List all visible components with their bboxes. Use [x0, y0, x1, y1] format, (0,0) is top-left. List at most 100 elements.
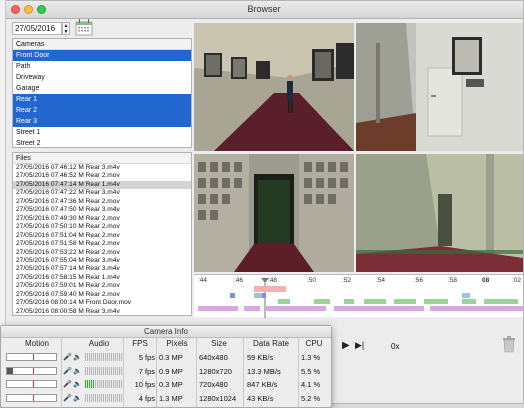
file-list-item[interactable]: 27/05/2016 07:57:14 M Rear 3.m4v: [13, 265, 191, 273]
file-list-item[interactable]: 27/05/2016 07:47:50 M Rear 3.m4v: [13, 206, 191, 214]
microphone-icon[interactable]: 🎤: [63, 393, 72, 404]
video-frame: [194, 23, 354, 151]
camera-list-item[interactable]: Front Door: [13, 50, 191, 61]
motion-threshold-marker: [33, 354, 35, 360]
video-tile-rear-2[interactable]: [356, 23, 523, 151]
camera-info-cpu: 5.2 %: [301, 393, 321, 403]
camera-list-item[interactable]: Driveway: [13, 72, 191, 83]
trash-icon[interactable]: [502, 335, 516, 353]
timeline-tick-label: :44: [198, 277, 208, 284]
camera-list-item[interactable]: Street 2: [13, 138, 191, 147]
recording-segment[interactable]: [314, 299, 330, 304]
file-list[interactable]: Files 27/05/2016 07:46:12 M Rear 3.m4v 27…: [12, 152, 192, 316]
camera-info-pixels: 0.3 MP: [159, 380, 183, 389]
speaker-icon[interactable]: 🔈: [73, 352, 82, 363]
file-list-item[interactable]: 27/05/2016 07:49:30 M Rear 2.mov: [13, 215, 191, 223]
camera-info-row: 🎤 🔈 10 fps 0.3 MP 720x480 847 KB/s 4.1 %: [1, 379, 331, 390]
motion-level: [7, 367, 13, 374]
file-list-item[interactable]: 27/05/2016 07:53:22 M Rear 2.mov: [13, 249, 191, 257]
camera-list-item[interactable]: Path: [13, 61, 191, 72]
camera-list-header[interactable]: Cameras: [13, 39, 191, 50]
motion-threshold-marker: [33, 381, 35, 387]
camera-list-item[interactable]: Street 1: [13, 127, 191, 138]
camera-list-item[interactable]: Rear 1: [13, 94, 191, 105]
recording-segment[interactable]: [334, 306, 424, 311]
file-list-item[interactable]: 27/05/2016 07:51:58 M Rear 2.mov: [13, 240, 191, 248]
column-data-rate: Data Rate: [252, 339, 290, 348]
recording-segment[interactable]: [424, 299, 448, 304]
camera-list-item[interactable]: Rear 3: [13, 116, 191, 127]
camera-info-fps: 10 fps: [134, 380, 155, 389]
calendar-icon[interactable]: [75, 18, 93, 36]
microphone-icon[interactable]: 🎤: [63, 366, 72, 377]
file-list-item[interactable]: 27/05/2016 07:59:01 M Rear 2.mov: [13, 282, 191, 290]
speaker-icon[interactable]: 🔈: [73, 379, 82, 390]
speaker-icon[interactable]: 🔈: [73, 366, 82, 377]
file-list-item[interactable]: 27/05/2016 07:51:04 M Rear 2.mov: [13, 232, 191, 240]
file-list-item[interactable]: 27/05/2016 07:47:22 M Rear 3.m4v: [13, 189, 191, 197]
timeline[interactable]: :44:46:48:50:52:54:56:58 08:02: [194, 274, 523, 318]
audio-meter: [85, 366, 123, 375]
camera-info-row: 🎤 🔈 4 fps 1.3 MP 1280x1024 43 KB/s 5.2 %: [1, 393, 331, 404]
file-list-item[interactable]: 27/05/2016 07:59:40 M Rear 2.mov: [13, 291, 191, 299]
camera-info-row: 🎤 🔈 7 fps 0.9 MP 1280x720 13.3 MB/s 5.5 %: [1, 366, 331, 377]
file-list-item[interactable]: 27/05/2016 07:58:15 M Rear 1.m4v: [13, 274, 191, 282]
camera-list-item[interactable]: Garage: [13, 83, 191, 94]
motion-meter: [6, 380, 57, 388]
camera-info-size: 640x480: [199, 353, 228, 362]
recording-segment[interactable]: [430, 306, 523, 311]
recording-segment[interactable]: [484, 299, 518, 304]
file-list-item[interactable]: 27/05/2016 07:50:10 M Rear 2.mov: [13, 223, 191, 231]
recording-segment[interactable]: [198, 306, 238, 311]
motion-meter: [6, 366, 57, 375]
column-fps: FPS: [132, 339, 148, 348]
play-button[interactable]: ▶: [342, 340, 350, 351]
file-list-item[interactable]: 27/05/2016 07:46:12 M Rear 3.m4v: [13, 164, 191, 172]
recording-segment[interactable]: [462, 293, 470, 298]
file-list-item[interactable]: 27/05/2016 08:00:14 M Front Door.mov: [13, 299, 191, 307]
window-title: Browser: [247, 4, 281, 14]
recording-segment[interactable]: [262, 293, 266, 298]
file-list-item[interactable]: 27/05/2016 08:00:58 M Rear 3.m4v: [13, 308, 191, 315]
recording-segment[interactable]: [462, 299, 476, 304]
audio-meter: [85, 353, 123, 361]
camera-info-fps: 4 fps: [138, 393, 155, 403]
recording-segment[interactable]: [364, 299, 386, 304]
next-button[interactable]: ▶|: [355, 340, 364, 351]
audio-level: [85, 380, 95, 388]
recording-segment[interactable]: [278, 299, 290, 304]
title-bar[interactable]: Browser: [5, 1, 523, 19]
recording-segment[interactable]: [254, 293, 262, 298]
camera-list-item[interactable]: Rear 2: [13, 105, 191, 116]
camera-info-panel[interactable]: Camera Info Motion Audio FPS Pixels Size…: [0, 325, 332, 408]
timeline-tick-label: :58: [448, 277, 458, 284]
camera-info-size: 1280x720: [199, 366, 232, 376]
timeline-tick-label: :46: [234, 277, 244, 284]
recording-segment[interactable]: [394, 299, 416, 304]
video-tile-rear-3[interactable]: [194, 154, 354, 272]
recording-segment[interactable]: [230, 293, 235, 298]
video-tile-front-door[interactable]: [356, 154, 523, 272]
camera-list[interactable]: Cameras Front Door Path Driveway Garage Rear…: [12, 38, 192, 148]
recording-segment[interactable]: [244, 306, 260, 311]
date-stepper[interactable]: ▲ ▼: [62, 22, 70, 35]
recording-segment[interactable]: [254, 286, 286, 292]
recording-segment[interactable]: [266, 306, 326, 311]
file-list-item[interactable]: 27/05/2016 07:46:52 M Rear 2.mov: [13, 172, 191, 180]
recording-segment[interactable]: [344, 299, 354, 304]
timeline-tick-label: :52: [342, 277, 352, 284]
camera-info-pixels: 0.3 MP: [159, 353, 183, 362]
file-list-item[interactable]: 27/05/2016 07:55:04 M Rear 3.m4v: [13, 257, 191, 265]
file-list-item[interactable]: 27/05/2016 07:47:36 M Rear 2.mov: [13, 198, 191, 206]
date-field[interactable]: 27/05/2016: [12, 22, 62, 35]
camera-info-size: 720x480: [199, 380, 228, 389]
microphone-icon[interactable]: 🎤: [63, 379, 72, 390]
microphone-icon[interactable]: 🎤: [63, 352, 72, 363]
camera-info-datarate: 59 KB/s: [247, 353, 274, 362]
video-tile-rear-1[interactable]: [194, 23, 354, 151]
speaker-icon[interactable]: 🔈: [73, 393, 82, 404]
playhead-icon[interactable]: [261, 278, 269, 318]
file-list-item[interactable]: 27/05/2016 07:47:14 M Rear 1.m4v: [13, 180, 191, 190]
camera-info-cpu: 4.1 %: [301, 380, 321, 389]
file-list-header[interactable]: Files: [13, 153, 191, 164]
